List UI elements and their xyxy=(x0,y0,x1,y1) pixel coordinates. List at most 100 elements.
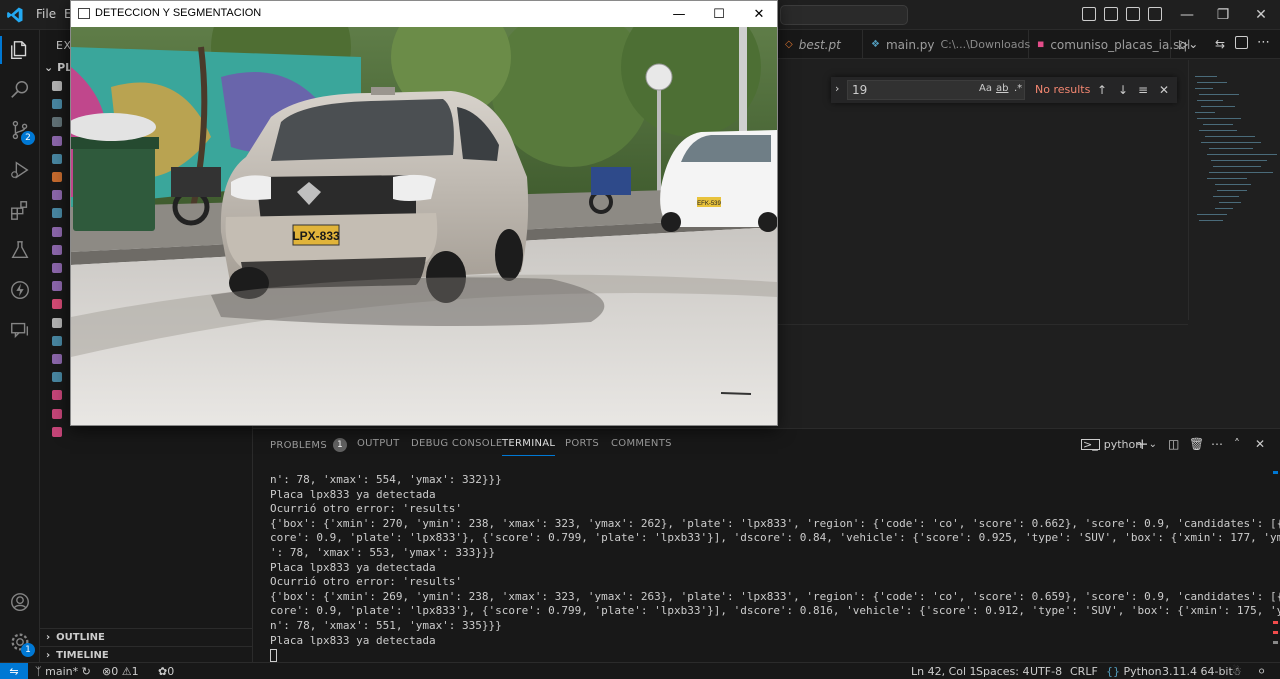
indentation-status[interactable]: Spaces: 4 xyxy=(976,665,1029,678)
split-terminal-icon[interactable]: ◫ xyxy=(1168,435,1179,453)
file-type-icon[interactable] xyxy=(52,408,62,419)
next-match-icon[interactable]: ↓ xyxy=(1114,81,1132,99)
file-type-icon[interactable] xyxy=(52,335,62,346)
terminal-line: Placa lpx833 ya detectada xyxy=(270,633,436,647)
active-indicator xyxy=(0,36,2,64)
problems-status[interactable]: ⊗0 ⚠1 xyxy=(102,665,139,678)
file-type-icon[interactable] xyxy=(52,299,62,310)
chevron-right-icon: › xyxy=(46,632,51,643)
tab-ports[interactable]: PORTS xyxy=(565,438,599,449)
source-control-icon[interactable]: 2 xyxy=(8,118,35,145)
panel-more-icon[interactable]: ⋯ xyxy=(1211,435,1223,453)
terminal-selector[interactable]: >_ python xyxy=(1081,435,1142,453)
file-type-icon[interactable] xyxy=(52,244,62,255)
maximize-icon[interactable]: ☐ xyxy=(699,1,739,27)
close-find-icon[interactable]: ✕ xyxy=(1155,81,1173,99)
language-status[interactable]: {} Python xyxy=(1106,665,1162,678)
close-panel-icon[interactable]: ✕ xyxy=(1255,435,1265,453)
outline-label: OUTLINE xyxy=(56,632,105,643)
file-type-icon[interactable] xyxy=(52,135,62,146)
close-icon[interactable]: ✕ xyxy=(1238,0,1280,30)
match-case-icon[interactable]: Aa xyxy=(979,83,992,94)
menu-file[interactable]: File xyxy=(36,7,56,21)
file-type-icon[interactable] xyxy=(52,190,62,201)
file-type-icon[interactable] xyxy=(52,281,62,292)
timeline-label: TIMELINE xyxy=(56,650,109,661)
tab-best-pt[interactable]: ◇ best.pt xyxy=(777,30,863,59)
interpreter-status[interactable]: 3.11.4 64-bit xyxy=(1162,665,1233,678)
encoding-status[interactable]: UTF-8 xyxy=(1030,665,1062,678)
remote-indicator-icon[interactable]: ⇋ xyxy=(0,663,28,679)
previous-match-icon[interactable]: ↑ xyxy=(1093,81,1111,99)
use-regex-icon[interactable]: .* xyxy=(1014,83,1022,94)
terminal-cursor xyxy=(270,648,277,662)
ports-status[interactable]: ✿0 xyxy=(158,665,174,678)
file-type-icon[interactable] xyxy=(52,317,62,328)
notifications-bell-icon[interactable]: ⚪ xyxy=(1257,665,1266,678)
file-type-icon[interactable] xyxy=(52,208,62,219)
terminal-line: core': 0.9, 'plate': 'lpx833'}, {'score'… xyxy=(270,604,1280,618)
terminal-scrollbar[interactable] xyxy=(1272,469,1280,679)
tab-terminal[interactable]: TERMINAL xyxy=(502,438,556,456)
toggle-replace-icon[interactable]: › xyxy=(835,82,839,95)
copilot-icon[interactable]: ☃ xyxy=(1232,665,1242,678)
compare-changes-icon[interactable]: ⇆ xyxy=(1215,37,1225,51)
tab-output[interactable]: OUTPUT xyxy=(357,438,400,449)
cursor-position[interactable]: Ln 42, Col 1 xyxy=(911,665,977,678)
file-type-icon[interactable] xyxy=(52,263,62,273)
tab-label: comuniso_placas_ia.sql xyxy=(1050,37,1191,52)
extensions-icon[interactable] xyxy=(8,198,32,222)
file-type-icon[interactable] xyxy=(52,117,62,128)
new-terminal-icon[interactable]: + ⌄ xyxy=(1136,435,1157,453)
file-type-icon[interactable] xyxy=(52,226,62,237)
account-icon[interactable] xyxy=(8,590,32,614)
kill-terminal-icon[interactable]: 🗑 xyxy=(1189,435,1204,453)
lightning-icon[interactable] xyxy=(8,278,32,302)
minimap-line xyxy=(1217,190,1247,191)
more-actions-icon[interactable]: ⋯ xyxy=(1257,35,1270,50)
tab-main-py[interactable]: ❖ main.py C:\...\Downloads xyxy=(863,30,1030,59)
file-type-icon[interactable] xyxy=(52,390,62,401)
opencv-titlebar[interactable]: DETECCION Y SEGMENTACION — ☐ ✕ xyxy=(71,1,777,27)
window-app-icon xyxy=(78,8,90,19)
minimap-line xyxy=(1209,148,1253,149)
file-type-icon[interactable] xyxy=(52,372,62,383)
explorer-icon[interactable] xyxy=(8,38,32,62)
file-type-icon[interactable] xyxy=(52,81,62,91)
manage-gear-icon[interactable]: 1 xyxy=(8,630,35,657)
file-type-icon[interactable] xyxy=(52,99,62,110)
command-center[interactable] xyxy=(780,5,908,25)
branch-status[interactable]: ᛉ main* ↻ xyxy=(35,665,91,678)
run-debug-icon[interactable] xyxy=(8,158,32,182)
match-whole-word-icon[interactable]: ab xyxy=(996,83,1008,94)
minimap[interactable] xyxy=(1188,60,1280,320)
close-icon[interactable]: ✕ xyxy=(739,1,777,27)
tab-comments[interactable]: COMMENTS xyxy=(611,438,672,449)
file-type-icon[interactable] xyxy=(52,172,62,182)
python-braces-icon: {} xyxy=(1106,665,1120,678)
testing-icon[interactable] xyxy=(8,238,32,262)
file-type-icon[interactable] xyxy=(52,354,62,364)
toggle-primary-sidebar-icon[interactable] xyxy=(1082,7,1096,21)
eol-status[interactable]: CRLF xyxy=(1070,665,1098,678)
outline-section[interactable]: › OUTLINE xyxy=(40,628,253,646)
comments-icon[interactable] xyxy=(8,318,32,342)
customize-layout-icon[interactable] xyxy=(1148,7,1162,21)
split-editor-icon[interactable] xyxy=(1235,36,1248,49)
run-python-file-icon[interactable]: ▷⌄ xyxy=(1179,37,1198,51)
find-in-selection-icon[interactable]: ≡ xyxy=(1134,81,1152,99)
terminal-output[interactable]: n': 78, 'xmax': 554, 'ymax': 332}}} Placa… xyxy=(270,473,1280,663)
tab-debug-console[interactable]: DEBUG CONSOLE xyxy=(411,438,502,449)
search-icon[interactable] xyxy=(8,78,32,102)
tab-sql-file[interactable]: ◾ comuniso_placas_ia.sql xyxy=(1029,30,1190,59)
file-type-icon[interactable] xyxy=(52,153,62,164)
toggle-panel-icon[interactable] xyxy=(1104,7,1118,21)
minimize-icon[interactable]: — xyxy=(659,1,699,27)
toggle-secondary-sidebar-icon[interactable] xyxy=(1126,7,1140,21)
license-plate-text: LPX-833 xyxy=(292,229,340,243)
tab-label: best.pt xyxy=(798,37,841,52)
maximize-panel-icon[interactable]: ˄ xyxy=(1234,435,1240,453)
tab-problems[interactable]: PROBLEMS 1 xyxy=(270,438,347,452)
find-widget: › Aa ab .* No results ↑ ↓ ≡ ✕ xyxy=(831,77,1177,103)
file-type-icon[interactable] xyxy=(52,426,62,437)
